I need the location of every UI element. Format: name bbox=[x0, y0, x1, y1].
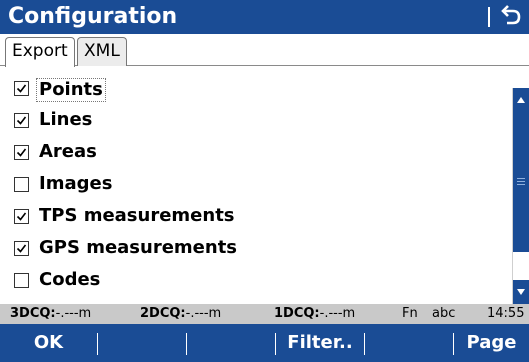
status-1dcq-label: 1DCQ: bbox=[274, 306, 320, 321]
softkey-bar: OK Filter.. Page bbox=[0, 324, 529, 362]
status-1dcq: 1DCQ:-.---m bbox=[274, 304, 355, 324]
ok-button[interactable]: OK bbox=[0, 324, 97, 362]
list-item-tps-measurements[interactable]: TPS measurements bbox=[0, 200, 512, 232]
vertical-scrollbar[interactable] bbox=[512, 88, 529, 304]
status-3dcq: 3DCQ:-.---m bbox=[10, 304, 91, 324]
window-title: Configuration bbox=[8, 4, 178, 29]
status-time: 14:55 bbox=[487, 306, 525, 321]
scroll-down-icon bbox=[517, 289, 525, 295]
checkbox-gps-measurements[interactable] bbox=[14, 241, 29, 256]
status-input-mode: abc bbox=[432, 306, 456, 321]
title-separator bbox=[488, 7, 490, 27]
scroll-up-button[interactable] bbox=[513, 88, 529, 112]
checkbox-images[interactable] bbox=[14, 177, 29, 192]
status-fn: Fn bbox=[402, 306, 418, 321]
checkbox-points[interactable] bbox=[14, 81, 29, 96]
checkbox-areas[interactable] bbox=[14, 145, 29, 160]
tab-strip: Export XML bbox=[0, 34, 529, 67]
scroll-grip-line bbox=[517, 181, 525, 182]
softkey-3-button[interactable] bbox=[187, 324, 275, 362]
checkbox-tps-measurements[interactable] bbox=[14, 209, 29, 224]
title-bar: Configuration bbox=[0, 0, 529, 34]
checkbox-codes[interactable] bbox=[14, 273, 29, 288]
item-label: GPS measurements bbox=[39, 237, 238, 258]
list-item-lines[interactable]: Lines bbox=[0, 104, 512, 136]
list-item-images[interactable]: Images bbox=[0, 168, 512, 200]
item-label: Lines bbox=[39, 109, 93, 130]
list-item-points[interactable]: Points bbox=[0, 72, 512, 104]
status-bar: 3DCQ:-.---m 2DCQ:-.---m 1DCQ:-.---m Fn a… bbox=[0, 304, 529, 324]
scroll-down-button[interactable] bbox=[513, 280, 529, 304]
scroll-thumb[interactable] bbox=[513, 112, 529, 252]
page-button[interactable]: Page bbox=[454, 324, 529, 362]
item-label: TPS measurements bbox=[39, 205, 235, 226]
softkey-2-button[interactable] bbox=[98, 324, 186, 362]
scroll-grip-line bbox=[517, 184, 525, 185]
tab-export[interactable]: Export bbox=[5, 37, 75, 67]
item-label: Codes bbox=[39, 269, 101, 290]
status-3dcq-label: 3DCQ: bbox=[10, 306, 56, 321]
item-label: Images bbox=[39, 173, 113, 194]
tab-xml[interactable]: XML bbox=[77, 37, 127, 66]
export-options-list: Points Lines Areas Images TPS measuremen… bbox=[0, 66, 512, 304]
scroll-up-icon bbox=[517, 97, 525, 103]
filter-button[interactable]: Filter.. bbox=[276, 324, 364, 362]
checkbox-lines[interactable] bbox=[14, 113, 29, 128]
list-item-codes[interactable]: Codes bbox=[0, 264, 512, 296]
status-1dcq-value: -.---m bbox=[319, 306, 356, 321]
status-3dcq-value: -.---m bbox=[55, 306, 92, 321]
item-label: Points bbox=[36, 78, 106, 102]
item-label: Areas bbox=[39, 141, 97, 162]
status-2dcq: 2DCQ:-.---m bbox=[140, 304, 221, 324]
list-item-areas[interactable]: Areas bbox=[0, 136, 512, 168]
softkey-5-button[interactable] bbox=[365, 324, 453, 362]
scroll-grip-line bbox=[517, 178, 525, 179]
status-2dcq-value: -.---m bbox=[185, 306, 222, 321]
back-arrow-icon[interactable] bbox=[496, 2, 526, 32]
status-2dcq-label: 2DCQ: bbox=[140, 306, 186, 321]
list-item-gps-measurements[interactable]: GPS measurements bbox=[0, 232, 512, 264]
